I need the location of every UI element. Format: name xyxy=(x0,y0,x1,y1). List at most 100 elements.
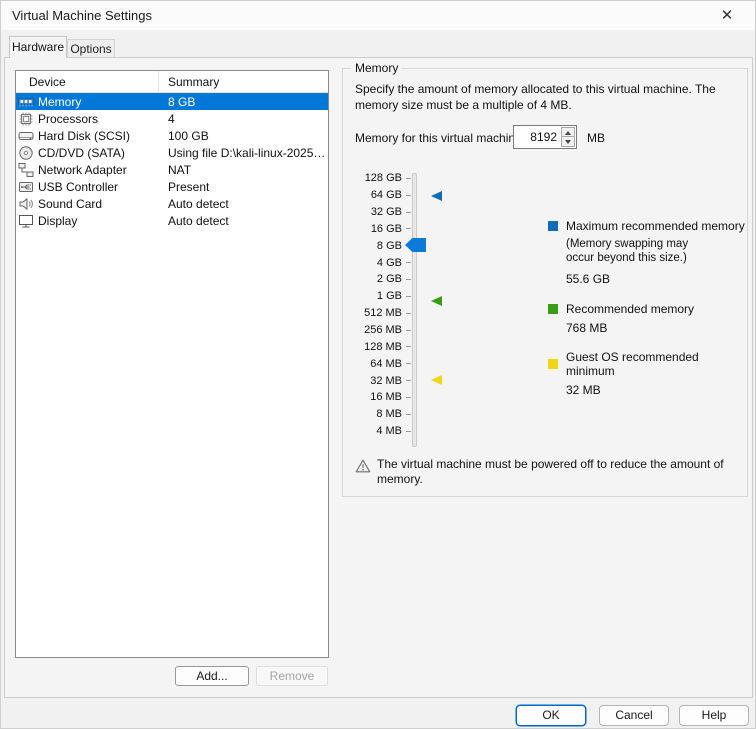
groupbox-title: Memory xyxy=(351,61,403,75)
legend-value: 55.6 GB xyxy=(566,272,611,286)
device-summary: Present xyxy=(168,179,210,194)
device-name: Network Adapter xyxy=(38,162,127,177)
device-row-network-adapter[interactable]: Network Adapter NAT xyxy=(16,161,328,178)
legend-label: Recommended memory xyxy=(566,302,695,316)
tick-mark xyxy=(406,396,411,398)
cd-dvd-icon xyxy=(18,145,35,161)
tick-mark xyxy=(406,329,411,331)
scale-label: 16 GB xyxy=(370,222,402,235)
tick-mark xyxy=(406,346,411,348)
hardware-tab-panel: Device Summary Memory 8 GB Processors 4 … xyxy=(4,57,753,698)
warning-icon xyxy=(355,458,371,487)
device-summary: 4 xyxy=(168,111,175,126)
device-row-sound-card[interactable]: Sound Card Auto detect xyxy=(16,195,328,212)
scale-label: 128 MB xyxy=(364,340,402,353)
tick-mark xyxy=(406,262,411,264)
device-summary: 100 GB xyxy=(168,128,209,143)
help-button[interactable]: Help xyxy=(679,705,749,726)
device-name: Hard Disk (SCSI) xyxy=(38,128,131,143)
tick-mark xyxy=(406,228,411,230)
tick-mark xyxy=(406,177,411,179)
legend-recommended-memory: Recommended memory 768 MB xyxy=(548,302,694,335)
device-list[interactable]: Device Summary Memory 8 GB Processors 4 … xyxy=(15,70,329,658)
scale-label: 64 GB xyxy=(370,189,402,202)
tick-mark xyxy=(406,211,411,213)
minimum-memory-marker-icon xyxy=(431,375,442,385)
memory-unit-label: MB xyxy=(587,131,605,145)
memory-icon xyxy=(18,94,35,110)
hard-disk-icon xyxy=(18,128,35,144)
scale-label: 256 MB xyxy=(364,324,402,337)
tab-options[interactable]: Options xyxy=(67,39,115,58)
scale-label: 32 GB xyxy=(370,206,402,219)
tick-mark xyxy=(406,363,411,365)
column-header-device[interactable]: Device xyxy=(16,71,159,92)
device-name: Memory xyxy=(38,94,82,109)
memory-groupbox: Memory Specify the amount of memory allo… xyxy=(342,61,748,497)
green-square-icon xyxy=(548,304,558,314)
processor-icon xyxy=(18,111,35,127)
sound-card-icon xyxy=(18,196,35,212)
device-summary: NAT xyxy=(168,162,192,177)
legend-note-line: (Memory swapping may xyxy=(566,238,689,250)
legend-maximum-memory: Maximum recommended memory (Memory swapp… xyxy=(548,219,745,286)
device-name: USB Controller xyxy=(38,179,119,194)
memory-slider-track[interactable] xyxy=(412,173,417,447)
legend-note-line: occur beyond this size.) xyxy=(566,252,687,264)
scale-label: 32 MB xyxy=(370,374,402,387)
close-icon[interactable]: ✕ xyxy=(713,5,741,27)
device-list-header: Device Summary xyxy=(16,71,328,93)
warning-text: The virtual machine must be powered off … xyxy=(377,457,724,486)
tick-mark xyxy=(406,295,411,297)
scale-label: 512 MB xyxy=(364,307,402,320)
memory-input-label: Memory for this virtual machine: xyxy=(355,131,526,145)
blue-square-icon xyxy=(548,221,558,231)
device-name: Processors xyxy=(38,111,99,126)
scale-label: 1 GB xyxy=(376,290,402,303)
memory-spinner xyxy=(561,127,575,147)
network-adapter-icon xyxy=(18,162,35,178)
legend-value: 32 MB xyxy=(566,383,601,397)
legend-guest-os-minimum: Guest OS recommended minimum 32 MB xyxy=(548,350,747,397)
tick-mark xyxy=(406,278,411,280)
recommended-memory-marker-icon xyxy=(431,296,442,306)
window-title: Virtual Machine Settings xyxy=(12,8,152,23)
yellow-square-icon xyxy=(548,359,558,369)
remove-button[interactable]: Remove xyxy=(256,666,328,686)
tab-hardware[interactable]: Hardware xyxy=(9,36,67,58)
legend-label: Guest OS recommended minimum xyxy=(566,350,699,378)
tick-mark xyxy=(406,380,411,382)
spinner-down-icon[interactable] xyxy=(562,137,574,146)
scale-label: 16 MB xyxy=(370,391,402,404)
title-bar: Virtual Machine Settings ✕ xyxy=(1,1,755,30)
legend-label: Maximum recommended memory xyxy=(566,219,745,233)
usb-controller-icon xyxy=(18,179,35,195)
tick-mark xyxy=(406,430,411,432)
scale-label: 64 MB xyxy=(370,357,402,370)
ok-button[interactable]: OK xyxy=(516,705,586,726)
tick-mark xyxy=(406,413,411,415)
scale-label: 4 MB xyxy=(376,425,402,438)
add-button[interactable]: Add... xyxy=(175,666,249,686)
device-name: Sound Card xyxy=(38,196,103,211)
device-summary: Using file D:\kali-linux-2025.2-... xyxy=(168,145,328,160)
device-row-processors[interactable]: Processors 4 xyxy=(16,110,328,127)
scale-label: 4 GB xyxy=(376,256,402,269)
device-name: Display xyxy=(38,213,78,228)
scale-label: 128 GB xyxy=(364,172,402,185)
scale-label: 8 GB xyxy=(376,239,402,252)
device-summary: Auto detect xyxy=(168,196,229,211)
column-header-summary[interactable]: Summary xyxy=(159,71,328,92)
device-row-usb-controller[interactable]: USB Controller Present xyxy=(16,178,328,195)
device-row-display[interactable]: Display Auto detect xyxy=(16,212,328,229)
tick-mark xyxy=(406,312,411,314)
scale-label: 2 GB xyxy=(376,273,402,286)
device-row-hard-disk[interactable]: Hard Disk (SCSI) 100 GB xyxy=(16,127,328,144)
device-row-memory[interactable]: Memory 8 GB xyxy=(16,93,328,110)
powered-off-warning: The virtual machine must be powered off … xyxy=(355,457,739,487)
device-row-cd-dvd[interactable]: CD/DVD (SATA) Using file D:\kali-linux-2… xyxy=(16,144,328,161)
scale-label: 8 MB xyxy=(376,408,402,421)
memory-size-input[interactable] xyxy=(514,126,560,148)
cancel-button[interactable]: Cancel xyxy=(599,705,669,726)
spinner-up-icon[interactable] xyxy=(562,128,574,137)
